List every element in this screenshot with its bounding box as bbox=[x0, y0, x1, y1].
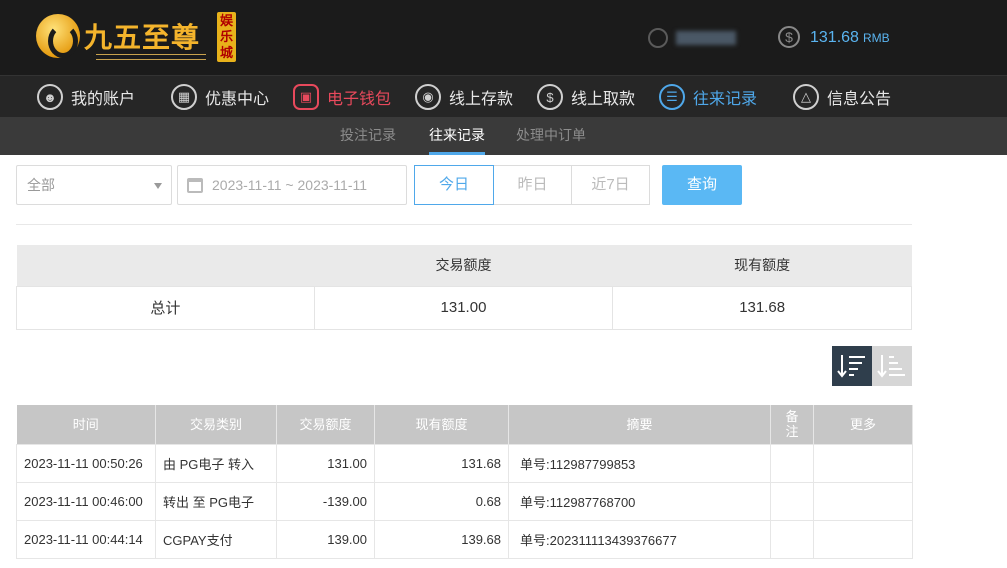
nav-label: 线上存款 bbox=[449, 91, 514, 108]
col-header-type[interactable]: 交易类别 bbox=[155, 405, 277, 444]
cell-amount: 131.00 bbox=[276, 443, 375, 483]
nav-label: 电子钱包 bbox=[327, 91, 392, 108]
col-header-summary[interactable]: 摘要 bbox=[508, 405, 771, 444]
records-table: 时间 交易类别 交易额度 现有额度 摘要 备注 更多 2023-11-11 00… bbox=[16, 405, 913, 559]
calendar-icon bbox=[187, 178, 203, 193]
cell-note bbox=[770, 519, 814, 559]
site-logo[interactable]: 九五至尊 娱乐城 bbox=[36, 12, 246, 64]
last-7-days-button[interactable]: 近7日 bbox=[571, 165, 650, 205]
sort-ascending-icon bbox=[877, 355, 905, 378]
logo-flourish bbox=[96, 54, 206, 60]
user-avatar-icon[interactable] bbox=[648, 28, 668, 48]
cell-summary: 单号:202311113439376677 bbox=[508, 519, 771, 559]
summary-header-empty bbox=[16, 245, 315, 286]
user-icon: ☻ bbox=[37, 84, 63, 110]
divider bbox=[16, 224, 912, 225]
cell-type: CGPAY支付 bbox=[155, 519, 277, 559]
nav-e-wallet[interactable]: ▣ 电子钱包 bbox=[293, 76, 391, 118]
cell-balance: 131.68 bbox=[374, 443, 509, 483]
nav-announcements[interactable]: △ 信息公告 bbox=[793, 76, 891, 118]
balance-display: 131.68 RMB bbox=[810, 29, 890, 46]
main-nav: ☻ 我的账户 ▦ 优惠中心 ▣ 电子钱包 ◉ 线上存款 $ 线上取款 ☰ 往来记… bbox=[0, 75, 1007, 117]
caret-down-icon bbox=[154, 183, 162, 189]
summary-header-row: 交易额度 现有额度 bbox=[16, 245, 912, 286]
sort-descending-icon bbox=[837, 355, 865, 378]
nav-online-withdraw[interactable]: $ 线上取款 bbox=[537, 76, 635, 118]
summary-table: 交易额度 现有额度 总计 131.00 131.68 bbox=[16, 245, 912, 330]
sort-ascending-button[interactable] bbox=[872, 346, 912, 386]
summary-total-row: 总计 131.00 131.68 bbox=[16, 285, 912, 330]
summary-total-label: 总计 bbox=[16, 285, 315, 330]
cell-more[interactable] bbox=[813, 443, 913, 483]
col-header-amount[interactable]: 交易额度 bbox=[276, 405, 375, 444]
date-range-input[interactable]: 2023-11-11 ~ 2023-11-11 bbox=[177, 165, 407, 205]
col-header-time[interactable]: 时间 bbox=[16, 405, 156, 444]
bell-icon: △ bbox=[793, 84, 819, 110]
today-button[interactable]: 今日 bbox=[414, 165, 494, 205]
nav-label: 我的账户 bbox=[71, 91, 136, 108]
nav-promotions[interactable]: ▦ 优惠中心 bbox=[171, 76, 269, 118]
select-value: 全部 bbox=[27, 177, 55, 193]
table-row: 2023-11-11 00:50:26 由 PG电子 转入 131.00 131… bbox=[16, 443, 913, 483]
summary-header-balance: 现有额度 bbox=[612, 245, 912, 286]
username-redacted bbox=[676, 31, 736, 45]
sub-nav: 投注记录 往来记录 处理中订单 bbox=[0, 117, 1007, 155]
tab-bet-records[interactable]: 投注记录 bbox=[340, 117, 396, 155]
summary-total-amount: 131.00 bbox=[313, 285, 614, 330]
nav-label: 优惠中心 bbox=[205, 91, 270, 108]
deposit-icon: ◉ bbox=[415, 84, 441, 110]
col-header-more[interactable]: 更多 bbox=[813, 405, 913, 444]
cell-summary: 单号:112987799853 bbox=[508, 443, 771, 483]
cell-type: 由 PG电子 转入 bbox=[155, 443, 277, 483]
dollar-coin-icon: $ bbox=[778, 26, 800, 48]
records-icon: ☰ bbox=[659, 84, 685, 110]
nav-label: 往来记录 bbox=[693, 91, 758, 108]
table-row: 2023-11-11 00:44:14 CGPAY支付 139.00 139.6… bbox=[16, 519, 913, 559]
quick-date-group: 今日 昨日 近7日 bbox=[414, 165, 650, 205]
transaction-type-select[interactable]: 全部 bbox=[16, 165, 172, 205]
records-header-row: 时间 交易类别 交易额度 现有额度 摘要 备注 更多 bbox=[16, 405, 913, 444]
nav-online-deposit[interactable]: ◉ 线上存款 bbox=[415, 76, 513, 118]
nav-label: 信息公告 bbox=[827, 91, 892, 108]
cell-type: 转出 至 PG电子 bbox=[155, 481, 277, 521]
cell-time: 2023-11-11 00:46:00 bbox=[16, 481, 156, 521]
gift-icon: ▦ bbox=[171, 84, 197, 110]
cell-amount: 139.00 bbox=[276, 519, 375, 559]
nav-my-account[interactable]: ☻ 我的账户 bbox=[37, 76, 135, 118]
cell-more[interactable] bbox=[813, 481, 913, 521]
yesterday-button[interactable]: 昨日 bbox=[493, 165, 572, 205]
cell-time: 2023-11-11 00:44:14 bbox=[16, 519, 156, 559]
cell-note bbox=[770, 481, 814, 521]
cell-amount: -139.00 bbox=[276, 481, 375, 521]
sort-descending-button[interactable] bbox=[832, 346, 872, 386]
cell-balance: 139.68 bbox=[374, 519, 509, 559]
top-header: 九五至尊 娱乐城 $ 131.68 RMB bbox=[0, 0, 1007, 75]
logo-text: 九五至尊 bbox=[84, 21, 201, 54]
nav-transaction-records[interactable]: ☰ 往来记录 bbox=[659, 76, 757, 118]
cell-note bbox=[770, 443, 814, 483]
logo-badge: 娱乐城 bbox=[217, 12, 236, 62]
cell-summary: 单号:112987768700 bbox=[508, 481, 771, 521]
summary-total-balance: 131.68 bbox=[612, 285, 912, 330]
wallet-icon: ▣ bbox=[293, 84, 319, 110]
nav-label: 线上取款 bbox=[571, 91, 636, 108]
withdraw-icon: $ bbox=[537, 84, 563, 110]
logo-emblem-icon bbox=[36, 14, 80, 58]
cell-time: 2023-11-11 00:50:26 bbox=[16, 443, 156, 483]
tab-transaction-records[interactable]: 往来记录 bbox=[429, 117, 485, 155]
cell-balance: 0.68 bbox=[374, 481, 509, 521]
summary-header-amount: 交易额度 bbox=[314, 245, 613, 286]
cell-more[interactable] bbox=[813, 519, 913, 559]
table-row: 2023-11-11 00:46:00 转出 至 PG电子 -139.00 0.… bbox=[16, 481, 913, 521]
query-button[interactable]: 查询 bbox=[662, 165, 742, 205]
col-header-balance[interactable]: 现有额度 bbox=[374, 405, 509, 444]
date-range-value: 2023-11-11 ~ 2023-11-11 bbox=[212, 177, 368, 193]
col-header-note[interactable]: 备注 bbox=[770, 405, 814, 444]
tab-pending-orders[interactable]: 处理中订单 bbox=[516, 117, 586, 155]
